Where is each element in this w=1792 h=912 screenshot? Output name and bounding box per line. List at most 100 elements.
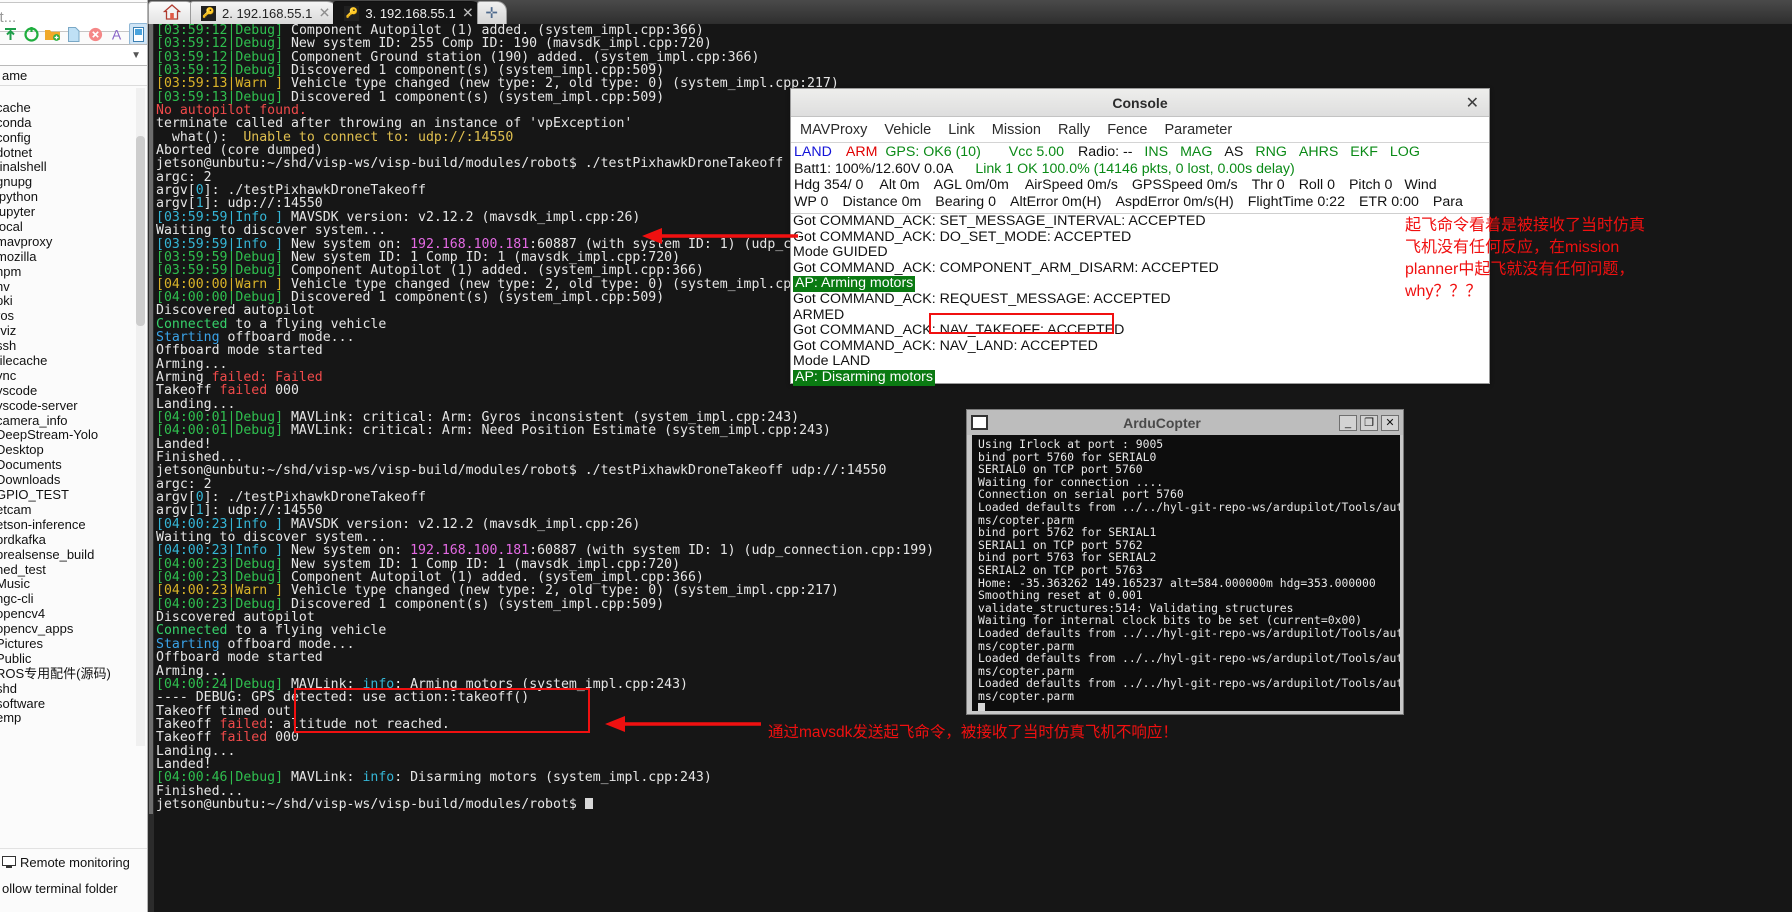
file-list-item[interactable]: DeepStream-Yolo — [0, 428, 134, 443]
file-list-item[interactable]: pki — [0, 294, 134, 309]
file-list-item[interactable]: Pictures — [0, 637, 134, 652]
remote-monitoring-row[interactable]: Remote monitoring — [0, 849, 147, 875]
close-icon[interactable]: ✕ — [462, 5, 474, 22]
console-menu-item[interactable]: MAVProxy — [800, 122, 867, 138]
maximize-button[interactable]: ❐ — [1360, 414, 1378, 431]
terminal-scrollbar[interactable] — [148, 24, 154, 912]
file-list-item[interactable]: etson-inference — [0, 518, 134, 533]
file-list-item[interactable]: rviz — [0, 324, 134, 339]
tab-home[interactable] — [148, 1, 196, 24]
ssh-key-icon: 🔑 — [201, 5, 216, 21]
file-list-item[interactable]: local — [0, 220, 134, 235]
file-list-item[interactable]: npm — [0, 265, 134, 280]
arducopter-console-output[interactable]: Using Irlock at port : 9005 bind port 576… — [972, 435, 1400, 711]
file-list-item[interactable]: opencv4 — [0, 607, 134, 622]
new-tab-button[interactable]: ✛ — [476, 1, 507, 24]
file-list-item[interactable]: mozilla — [0, 250, 134, 265]
file-list-item[interactable]: vscode-server — [0, 399, 134, 414]
console-titlebar: Console ✕ — [791, 89, 1489, 117]
console-status-field: Thr 0 — [1251, 177, 1285, 194]
file-list-item[interactable]: opencv_apps — [0, 622, 134, 637]
close-icon[interactable]: ✕ — [319, 5, 331, 22]
terminal-line: jetson@unbutu:~/shd/visp-ws/visp-build/m… — [156, 798, 1786, 811]
console-log-line: Got COMMAND_ACK: REQUEST_MESSAGE: ACCEPT… — [793, 290, 1171, 307]
file-list-item[interactable]: cache — [0, 101, 134, 116]
file-list-item[interactable]: dotnet — [0, 146, 134, 161]
rename-icon[interactable]: A — [108, 24, 125, 44]
refresh-icon[interactable] — [23, 24, 40, 44]
file-list-item[interactable]: . — [0, 86, 134, 101]
file-list-scrollbar[interactable] — [136, 88, 145, 746]
console-log-area[interactable]: Got COMMAND_ACK: SET_MESSAGE_INTERVAL: A… — [791, 213, 1489, 386]
file-list-item[interactable]: config — [0, 131, 134, 146]
file-list-item[interactable]: finalshell — [0, 160, 134, 175]
arducopter-cursor — [978, 703, 985, 711]
file-list-item[interactable]: shd — [0, 682, 134, 697]
file-list-item[interactable]: ros — [0, 309, 134, 324]
file-list-item[interactable]: camera_info — [0, 414, 134, 429]
tab-session-3[interactable]: 🔑 3. 192.168.55.1 ✕ — [333, 1, 483, 24]
terminal-span: Discovered 1 component(s) (system_impl.c… — [290, 596, 665, 612]
chevron-down-icon[interactable]: ▼ — [131, 50, 141, 61]
file-list-item[interactable]: ssh — [0, 339, 134, 354]
plus-icon: ✛ — [485, 5, 498, 22]
minimize-button[interactable]: _ — [1339, 414, 1357, 431]
console-menu-item[interactable]: Parameter — [1165, 122, 1233, 138]
file-list-item[interactable]: ned_test — [0, 563, 134, 578]
arducopter-titlebar[interactable]: ArduCopter _ ❐ ✕ — [967, 410, 1403, 435]
file-list-item[interactable]: emp — [0, 711, 134, 726]
sftp-file-panel: nnect... A tson/ ▼ ame .cachecondaconfig… — [0, 0, 148, 912]
close-icon[interactable]: ✕ — [1466, 93, 1479, 113]
file-list-item[interactable]: software — [0, 697, 134, 712]
window-menu-icon[interactable] — [971, 415, 988, 430]
follow-terminal-folder-row[interactable]: ollow terminal folder — [0, 875, 147, 901]
takeoff-failure-arrow-icon — [605, 716, 761, 732]
file-list-item[interactable]: brealsense_build — [0, 548, 134, 563]
terminal-span: 000 — [267, 730, 299, 746]
file-list-item[interactable]: nv — [0, 280, 134, 295]
file-list-item[interactable]: mavproxy — [0, 235, 134, 250]
file-list-item[interactable]: conda — [0, 116, 134, 131]
file-list-item[interactable]: Public — [0, 652, 134, 667]
file-list-item[interactable]: Music — [0, 577, 134, 592]
path-combobox[interactable]: tson/ ▼ — [0, 44, 147, 66]
console-status-row: Batt1: 100%/12.60V 0.0A Link 1 OK 100.0% … — [792, 161, 1489, 178]
file-list-item[interactable]: Downloads — [0, 473, 134, 488]
close-button[interactable]: ✕ — [1381, 414, 1399, 431]
file-list-item[interactable]: Desktop — [0, 443, 134, 458]
file-list[interactable]: .cachecondaconfigdotnetfinalshellgnupgip… — [0, 86, 134, 746]
new-file-icon[interactable] — [65, 24, 82, 44]
scrollbar-thumb[interactable] — [136, 136, 145, 326]
delete-icon[interactable] — [87, 24, 104, 44]
console-menu-item[interactable]: Link — [948, 122, 975, 138]
file-list-item[interactable]: tilecache — [0, 354, 134, 369]
console-status-field: AirSpeed 0m/s — [1024, 177, 1118, 194]
file-list-item[interactable]: ipython — [0, 190, 134, 205]
upload-icon[interactable] — [2, 24, 19, 44]
console-status-field: Hdg 354/ 0 — [794, 177, 864, 194]
file-list-item[interactable]: ngc-cli — [0, 592, 134, 607]
new-folder-icon[interactable] — [44, 24, 61, 44]
tab-session-2[interactable]: 🔑 2. 192.168.55.1 ✕ — [190, 1, 340, 24]
console-menu-item[interactable]: Fence — [1107, 122, 1147, 138]
terminal-line: Takeoff failed 000 — [156, 384, 1786, 397]
console-menu-item[interactable]: Vehicle — [884, 122, 931, 138]
properties-icon[interactable] — [128, 23, 147, 45]
file-list-item[interactable]: vscode — [0, 384, 134, 399]
console-menu-item[interactable]: Mission — [992, 122, 1041, 138]
file-list-item[interactable]: vnc — [0, 369, 134, 384]
file-list-item[interactable]: gnupg — [0, 175, 134, 190]
file-list-item[interactable]: Documents — [0, 458, 134, 473]
terminal-span: : Disarming motors (system_impl.cpp:243) — [394, 770, 712, 786]
console-log-line: ARMED — [793, 306, 845, 323]
file-list-item[interactable]: GPIO_TEST — [0, 488, 134, 503]
file-panel-toolbar: A — [0, 22, 147, 46]
file-list-item[interactable]: ROS专用配件(源码) — [0, 667, 134, 682]
console-menu-item[interactable]: Rally — [1058, 122, 1090, 138]
file-list-item[interactable]: jupyter — [0, 205, 134, 220]
file-list-item[interactable]: etcam — [0, 503, 134, 518]
terminal-annotation-note: 通过mavsdk发送起飞命令，被接收了当时仿真飞机不响应！ — [768, 724, 1178, 741]
file-list-item[interactable]: brdkafka — [0, 533, 134, 548]
terminal-line: [03:59:12|Debug] New system ID: 255 Comp… — [156, 37, 1786, 50]
scrollbar-thumb[interactable] — [149, 24, 153, 814]
